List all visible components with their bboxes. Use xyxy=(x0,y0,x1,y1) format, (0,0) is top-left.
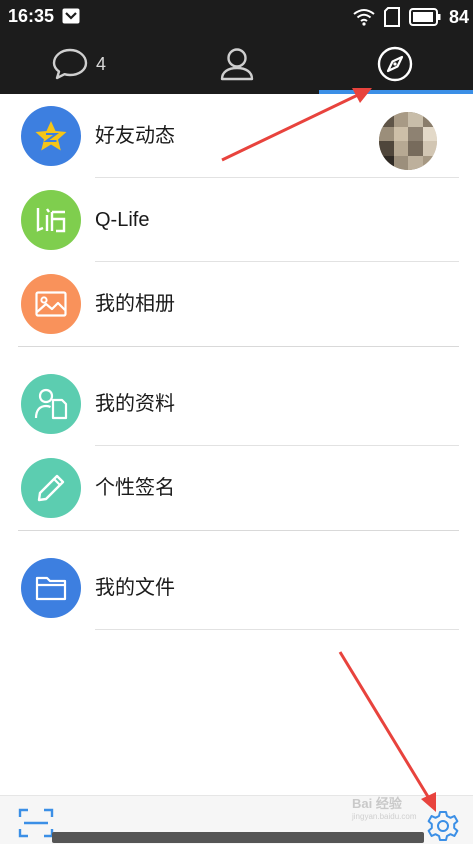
menu-item-label: 我的文件 xyxy=(95,577,175,599)
qzone-star-icon xyxy=(21,106,81,166)
menu-item-label: 我的相册 xyxy=(95,293,175,315)
annotation-arrow-settings xyxy=(338,651,436,812)
menu-item-my-files[interactable]: 我的文件 xyxy=(0,546,473,630)
discover-menu: 好友动态 Q-Life 我的相册 我的资料 个性签名 我的文件 xyxy=(0,94,473,630)
notification-icon xyxy=(62,8,80,24)
qlife-icon xyxy=(21,190,81,250)
battery-level: 84 xyxy=(448,6,469,27)
sim-icon xyxy=(383,7,400,27)
system-gesture-bar xyxy=(52,832,424,843)
menu-item-label: 个性签名 xyxy=(95,477,175,499)
tab-contacts[interactable] xyxy=(158,34,316,94)
menu-item-label: 我的资料 xyxy=(95,393,175,415)
baidu-watermark: Bai 经验 jingyan.baidu.com xyxy=(352,793,444,829)
scan-icon[interactable] xyxy=(18,808,54,838)
watermark-text: Bai 经验 xyxy=(352,796,402,811)
unread-count: 4 xyxy=(95,53,106,74)
tab-messages[interactable]: 4 xyxy=(0,34,158,94)
photo-album-icon xyxy=(21,274,81,334)
divider xyxy=(95,629,459,630)
wifi-icon xyxy=(353,9,375,26)
pencil-icon xyxy=(21,458,81,518)
menu-item-my-profile[interactable]: 我的资料 xyxy=(0,362,473,446)
folder-icon xyxy=(21,558,81,618)
menu-item-friend-feed[interactable]: 好友动态 xyxy=(0,94,473,178)
status-bar: 16:35 84 xyxy=(0,0,473,34)
group-separator xyxy=(0,346,473,362)
profile-card-icon xyxy=(21,374,81,434)
status-indicators: 84 xyxy=(353,6,469,28)
menu-item-label: Q-Life xyxy=(95,209,150,231)
menu-item-my-album[interactable]: 我的相册 xyxy=(0,262,473,346)
battery-icon xyxy=(408,8,441,26)
tab-bar: 4 xyxy=(0,34,473,94)
friend-avatar xyxy=(379,112,437,170)
menu-item-qlife[interactable]: Q-Life xyxy=(0,178,473,262)
compass-icon xyxy=(377,46,412,82)
status-time: 16:35 xyxy=(8,6,55,26)
tab-discover[interactable] xyxy=(316,34,473,94)
menu-item-signature[interactable]: 个性签名 xyxy=(0,446,473,530)
person-icon xyxy=(220,48,254,81)
menu-item-label: 好友动态 xyxy=(95,125,175,147)
watermark-subtext: jingyan.baidu.com xyxy=(352,812,417,821)
group-separator xyxy=(0,530,473,546)
chat-bubble-icon xyxy=(52,48,88,80)
